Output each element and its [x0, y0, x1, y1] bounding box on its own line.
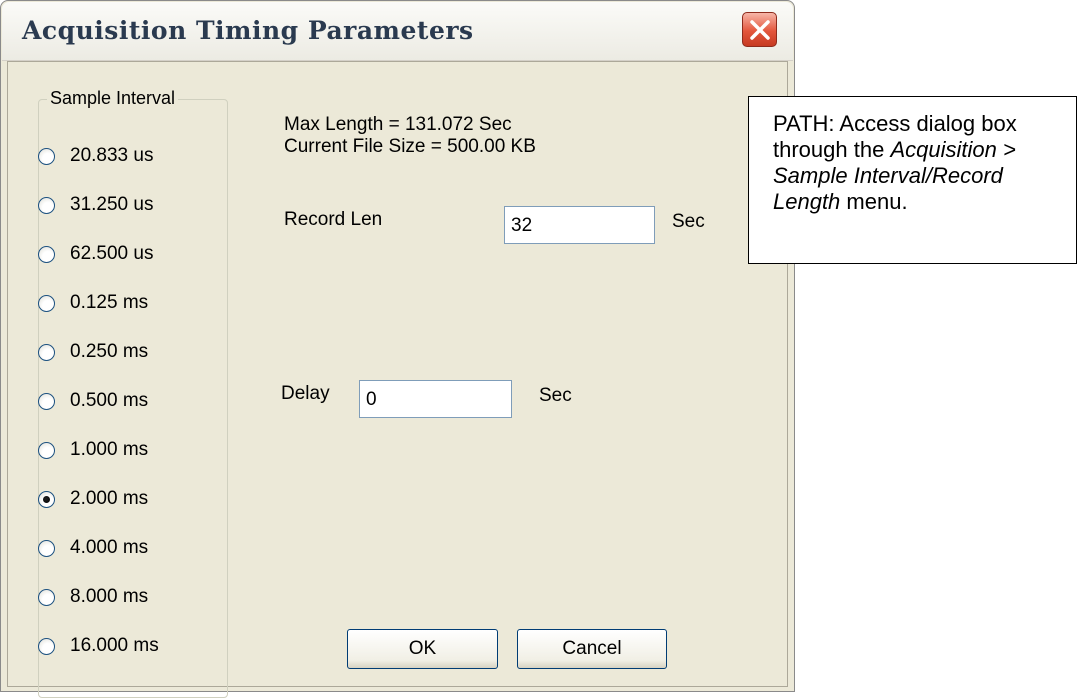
radio-button[interactable] — [38, 441, 55, 459]
sample-interval-option-label: 62.500 us — [70, 243, 154, 264]
callout-end: menu. — [846, 189, 908, 214]
sample-interval-label: Sample Interval — [47, 88, 179, 109]
ok-button[interactable]: OK — [347, 629, 498, 669]
radio-button[interactable] — [38, 637, 55, 655]
sample-interval-option-label: 31.250 us — [70, 194, 154, 215]
max-length-text: Max Length = 131.072 Sec — [284, 114, 512, 135]
sample-interval-option-label: 1.000 ms — [70, 439, 149, 460]
dialog-body: Sample Interval 20.833 us 31.250 us 62.500… — [7, 61, 788, 698]
radio-button[interactable] — [38, 392, 55, 410]
delay-input[interactable]: 0 — [359, 380, 512, 418]
sample-interval-option-label: 0.125 ms — [70, 292, 149, 313]
sample-interval-option[interactable]: 2.000 ms — [38, 484, 148, 514]
dialog-title: Acquisition Timing Parameters — [22, 16, 474, 45]
close-button[interactable] — [742, 12, 777, 47]
cancel-button[interactable]: Cancel — [517, 629, 667, 669]
acquisition-timing-dialog: Acquisition Timing Parameters Sample Int… — [0, 0, 795, 698]
radio-button[interactable] — [38, 294, 55, 312]
sample-interval-option[interactable]: 16.000 ms — [38, 631, 159, 661]
sample-interval-option-label: 0.500 ms — [70, 390, 149, 411]
sample-interval-option-label: 20.833 us — [70, 145, 154, 166]
radio-button[interactable] — [38, 588, 55, 606]
path-callout: PATH: Access dialog box through the Acqu… — [748, 96, 1077, 264]
sample-interval-option-label: 0.250 ms — [70, 341, 149, 362]
delay-unit: Sec — [539, 385, 572, 406]
radio-button[interactable] — [38, 196, 55, 214]
sample-interval-option[interactable]: 8.000 ms — [38, 582, 148, 612]
title-bar[interactable]: Acquisition Timing Parameters — [2, 2, 793, 61]
delay-label: Delay — [281, 383, 330, 404]
sample-interval-option-label: 2.000 ms — [70, 488, 149, 509]
radio-button[interactable] — [38, 245, 55, 263]
radio-button[interactable] — [38, 147, 55, 165]
sample-interval-option[interactable]: 4.000 ms — [38, 533, 148, 563]
close-icon — [750, 20, 770, 40]
radio-button-selected[interactable] — [38, 490, 55, 508]
radio-button[interactable] — [38, 539, 55, 557]
sample-interval-option[interactable]: 62.500 us — [38, 239, 153, 269]
sample-interval-option[interactable]: 0.125 ms — [38, 288, 148, 318]
sample-interval-option[interactable]: 31.250 us — [38, 190, 153, 220]
record-len-input[interactable]: 32 — [504, 206, 655, 244]
sample-interval-option[interactable]: 0.250 ms — [38, 337, 148, 367]
sample-interval-option-label: 16.000 ms — [70, 635, 159, 656]
sample-interval-option-label: 4.000 ms — [70, 537, 149, 558]
sample-interval-option[interactable]: 0.500 ms — [38, 386, 148, 416]
file-size-text: Current File Size = 500.00 KB — [284, 136, 536, 157]
sample-interval-option[interactable]: 1.000 ms — [38, 435, 148, 465]
record-len-unit: Sec — [672, 211, 705, 232]
sample-interval-option[interactable]: 20.833 us — [38, 141, 153, 171]
sample-interval-option-label: 8.000 ms — [70, 586, 149, 607]
record-len-label: Record Len — [284, 209, 383, 230]
radio-button[interactable] — [38, 343, 55, 361]
